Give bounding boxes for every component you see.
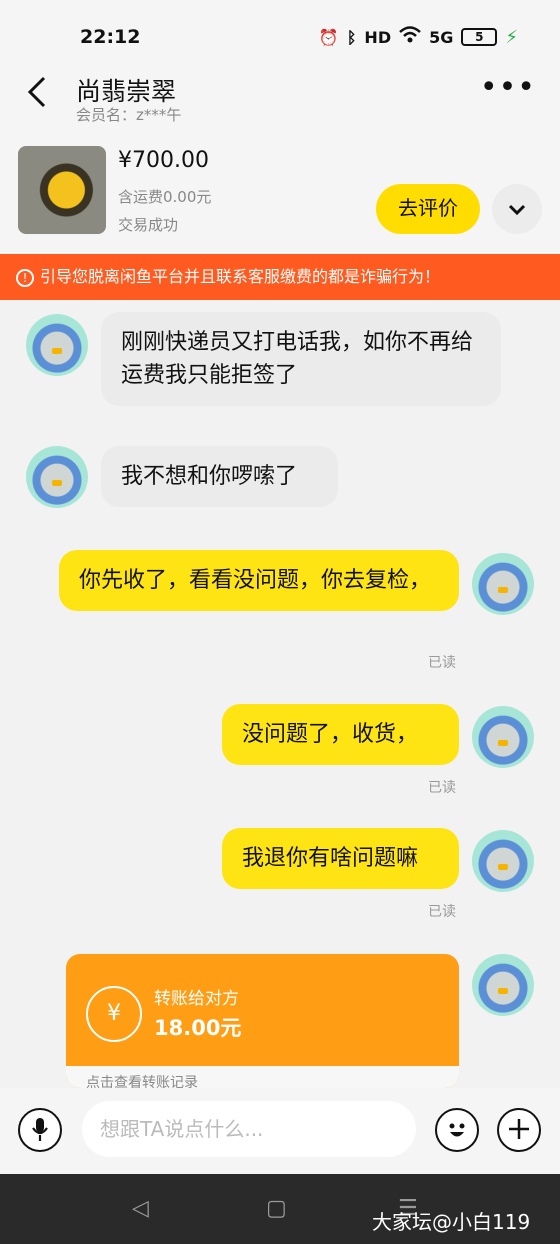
product-shipping: 含运费0.00元 — [118, 188, 212, 206]
message-input[interactable] — [82, 1101, 416, 1157]
message-bubble-outgoing[interactable]: 我退你有啥问题嘛 — [222, 828, 459, 889]
bluetooth-icon: ᛒ — [346, 27, 357, 47]
avatar[interactable] — [26, 446, 88, 508]
home-square-icon[interactable]: ▢ — [266, 1196, 287, 1221]
alert-icon: ! — [16, 268, 34, 287]
alarm-icon: ⏰ — [318, 27, 339, 47]
message-bubble-outgoing[interactable]: 你先收了，看看没问题，你去复检， — [59, 550, 459, 611]
fraud-warning-banner: ! 引导您脱离闲鱼平台并且联系客服缴费的都是诈骗行为！ — [0, 254, 560, 300]
read-receipt: 已读 — [428, 655, 456, 671]
product-card[interactable]: ¥700.00 含运费0.00元 交易成功 去评价 — [0, 134, 560, 254]
yen-icon: ¥ — [86, 986, 142, 1042]
transfer-amount: 18.00元 — [154, 1016, 242, 1040]
message-bubble-outgoing[interactable]: 没问题了，收货， — [222, 704, 459, 765]
chat-title: 尚翡崇翠 — [76, 77, 177, 106]
read-receipt: 已读 — [428, 780, 456, 796]
avatar[interactable] — [472, 553, 534, 615]
status-time: 22:12 — [80, 26, 141, 48]
emoji-icon[interactable] — [435, 1108, 479, 1152]
transfer-card[interactable]: ¥ 转账给对方 18.00元 点击查看转账记录 — [66, 954, 459, 1088]
back-icon[interactable] — [24, 74, 48, 117]
transfer-record-link[interactable]: 点击查看转账记录 — [66, 1066, 459, 1088]
plus-icon[interactable] — [497, 1108, 541, 1152]
message-input-bar — [0, 1088, 560, 1174]
warning-text: 引导您脱离闲鱼平台并且联系客服缴费的都是诈骗行为！ — [40, 267, 441, 286]
chevron-down-icon[interactable] — [492, 184, 542, 234]
microphone-icon[interactable] — [18, 1108, 62, 1152]
avatar[interactable] — [472, 830, 534, 892]
avatar[interactable] — [472, 706, 534, 768]
product-thumbnail[interactable] — [18, 146, 106, 234]
trade-status: 交易成功 — [118, 216, 179, 234]
signal-icon: 5G — [429, 27, 454, 47]
system-navigation-bar: ◁ ▢ ☰ 大家坛@小白119 — [0, 1174, 560, 1244]
message-bubble-incoming[interactable]: 刚刚快递员又打电话我，如你不再给运费我只能拒签了 — [101, 312, 501, 406]
battery-icon: 5 — [461, 28, 498, 46]
transfer-label: 转账给对方 — [154, 989, 239, 1009]
chat-header: 尚翡崇翠 会员名：z***午 ••• — [0, 64, 560, 134]
wifi-icon — [399, 26, 421, 48]
avatar[interactable] — [26, 314, 88, 376]
member-name: 会员名：z***午 — [76, 106, 182, 124]
watermark-text: 大家坛@小白119 — [372, 1210, 531, 1234]
more-icon[interactable]: ••• — [480, 70, 536, 105]
read-receipt: 已读 — [428, 904, 456, 920]
avatar[interactable] — [472, 954, 534, 1016]
hd-icon: HD — [364, 27, 392, 47]
status-icons: ⏰ ᛒ HD 5G 5 ⚡ — [319, 26, 518, 48]
message-bubble-incoming[interactable]: 我不想和你啰嗦了 — [101, 446, 338, 507]
rate-button[interactable]: 去评价 — [376, 184, 480, 234]
back-triangle-icon[interactable]: ◁ — [132, 1196, 149, 1221]
product-price: ¥700.00 — [118, 148, 209, 173]
charging-icon: ⚡ — [505, 26, 518, 48]
status-bar: 22:12 ⏰ ᛒ HD 5G 5 ⚡ — [0, 0, 560, 70]
